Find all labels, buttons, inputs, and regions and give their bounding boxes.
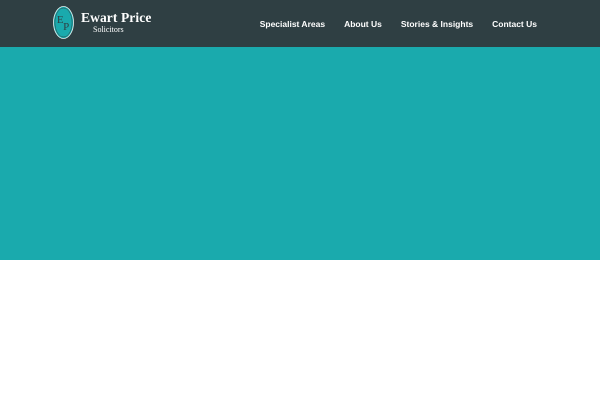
nav-item-contact-us[interactable]: Contact Us	[492, 19, 537, 29]
brand-subtitle: Solicitors	[93, 25, 124, 35]
site-header: E P Ewart Price Solicitors Specialist Ar…	[0, 0, 600, 47]
main-nav: Specialist Areas About Us Stories & Insi…	[260, 0, 537, 47]
brand-name: Ewart Price	[81, 9, 152, 25]
site-logo[interactable]: E P Ewart Price Solicitors	[53, 6, 151, 39]
nav-item-specialist-areas[interactable]: Specialist Areas	[260, 19, 325, 29]
nav-item-stories-insights[interactable]: Stories & Insights	[401, 19, 473, 29]
svg-text:P: P	[63, 21, 69, 33]
ep-monogram-icon: E P	[53, 6, 74, 39]
page-content	[0, 260, 600, 400]
hero-banner	[0, 47, 600, 260]
logo-text: Ewart Price Solicitors	[81, 11, 151, 35]
nav-item-about-us[interactable]: About Us	[344, 19, 382, 29]
